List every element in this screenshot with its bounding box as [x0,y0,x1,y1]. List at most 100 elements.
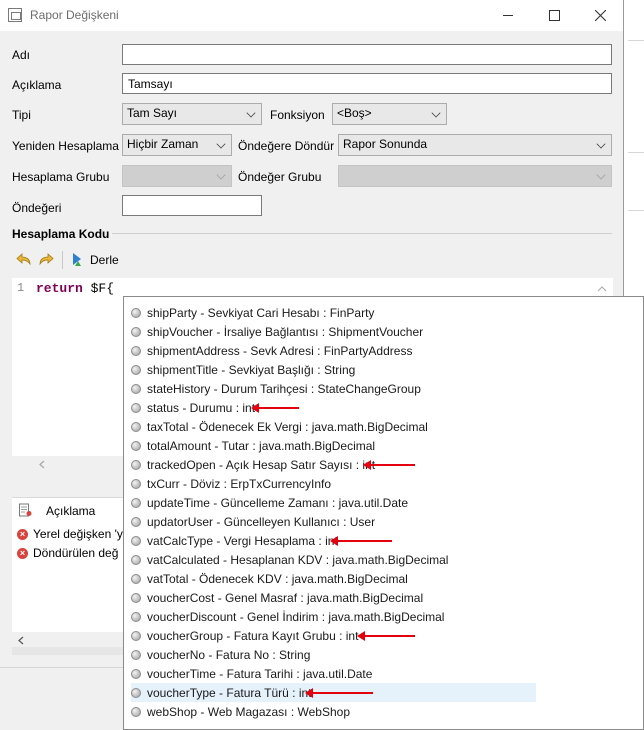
problem-row[interactable]: × Yerel değişken 'y [17,527,123,541]
redo-button[interactable] [38,252,54,268]
recalc-select[interactable]: Hiçbir Zaman [122,134,232,156]
field-icon [131,611,141,622]
close-icon [594,10,606,21]
bottom-divider [0,667,124,668]
problems-panel: Açıklama × Yerel değişken 'y × Döndürüle… [12,497,124,648]
chevron-up-icon [597,286,607,292]
default-group-label: Öndeğer Grubu [238,170,322,184]
field-icon [131,326,141,337]
problem-row[interactable]: × Döndürülen değ [17,546,118,560]
function-select-value: <Boş> [337,106,372,120]
autocomplete-item[interactable]: vatCalculated - Hesaplanan KDV : java.ma… [131,550,536,569]
close-button[interactable] [577,0,623,31]
section-divider [112,233,612,234]
code-text: $F{ [82,281,115,296]
autocomplete-item[interactable]: taxTotal - Ödenecek Ek Vergi : java.math… [131,417,536,436]
autocomplete-item-label: voucherType - Fatura Türü : int [147,685,312,700]
maximize-button[interactable] [531,0,577,31]
autocomplete-item[interactable]: totalAmount - Tutar : java.math.BigDecim… [131,436,536,455]
reset-select[interactable]: Rapor Sonunda [338,134,612,156]
autocomplete-item-label: updatorUser - Güncelleyen Kullanıcı : Us… [147,514,376,529]
problem-row-text: Döndürülen değ [33,546,119,560]
autocomplete-item[interactable]: trackedOpen - Açık Hesap Satır Sayısı : … [131,455,536,474]
autocomplete-item[interactable]: txCurr - Döviz : ErpTxCurrencyInfo [131,474,536,493]
autocomplete-item-label: voucherNo - Fatura No : String [147,647,311,662]
type-select-value: Tam Sayı [127,106,178,120]
field-icon [131,630,141,641]
autocomplete-item[interactable]: vatTotal - Ödenecek KDV : java.math.BigD… [131,569,536,588]
editor-scroll-up-button[interactable] [597,283,607,293]
autocomplete-item-label: stateHistory - Durum Tarihçesi : StateCh… [147,381,421,396]
default-value-label: Öndeğeri [12,201,62,215]
autocomplete-item[interactable]: shipVoucher - İrsaliye Bağlantısı : Ship… [131,322,536,341]
title-bar: Rapor Değişkeni [0,0,623,31]
autocomplete-item-label: vatCalcType - Vergi Hesaplama : int [147,533,338,548]
autocomplete-item[interactable]: voucherGroup - Fatura Kayıt Grubu : int [131,626,536,645]
autocomplete-item[interactable]: shipmentAddress - Sevk Adresi : FinParty… [131,341,536,360]
autocomplete-item-label: trackedOpen - Açık Hesap Satır Sayısı : … [147,457,376,472]
field-icon [131,307,141,318]
description-input[interactable] [122,73,612,94]
field-icon [131,687,141,698]
redo-icon [39,253,54,266]
recalc-label: Yeniden Hesaplama [12,139,119,153]
autocomplete-item-label: voucherGroup - Fatura Kayıt Grubu : int [147,628,359,643]
background-window [624,0,644,296]
compile-button[interactable]: Derle [70,251,119,269]
recalc-select-value: Hiçbir Zaman [127,137,199,151]
error-icon: × [17,528,28,540]
autocomplete-item-label: voucherTime - Fatura Tarihi : java.util.… [147,666,373,681]
field-icon [131,573,141,584]
field-icon [131,402,141,413]
problem-row-text: Yerel değişken 'y [33,527,123,541]
function-select[interactable]: <Boş> [332,103,447,125]
problems-horizontal-scrollbar[interactable] [12,632,124,648]
line-gutter: 1 [12,278,30,456]
autocomplete-item[interactable]: updatorUser - Güncelleyen Kullanıcı : Us… [131,512,536,531]
undo-icon [16,253,31,266]
default-value-input[interactable] [122,195,262,216]
description-label: Açıklama [12,78,62,92]
description-column-header: Açıklama [46,504,96,518]
minimize-button[interactable] [485,0,531,31]
document-icon [19,503,32,517]
undo-button[interactable] [16,252,32,268]
autocomplete-item[interactable]: shipmentTitle - Sevkiyat Başlığı : Strin… [131,360,536,379]
autocomplete-item[interactable]: status - Durumu : int [131,398,536,417]
autocomplete-item-label: vatCalculated - Hesaplanan KDV : java.ma… [147,552,449,567]
autocomplete-item[interactable]: webShop - Web Magazası : WebShop [131,702,536,721]
field-icon [131,383,141,394]
name-input[interactable] [122,44,612,65]
chevron-down-icon [216,170,226,180]
autocomplete-item-label: webShop - Web Magazası : WebShop [147,704,351,719]
minimize-icon [503,15,513,16]
type-select[interactable]: Tam Sayı [122,103,262,125]
autocomplete-item[interactable]: stateHistory - Durum Tarihçesi : StateCh… [131,379,536,398]
chevron-down-icon [596,139,606,149]
autocomplete-item-label: vatTotal - Ödenecek KDV : java.math.BigD… [147,571,408,586]
calc-group-select[interactable] [122,165,232,187]
default-group-select[interactable] [338,165,612,187]
name-label: Adı [12,48,31,62]
window-icon [8,8,22,22]
annotation-arrow [357,631,415,641]
compile-label: Derle [90,253,119,267]
toolbar-separator [62,251,63,269]
autocomplete-item[interactable]: voucherTime - Fatura Tarihi : java.util.… [131,664,536,683]
autocomplete-item[interactable]: voucherNo - Fatura No : String [131,645,536,664]
autocomplete-item[interactable]: voucherCost - Genel Masraf : java.math.B… [131,588,536,607]
reset-label: Öndeğere Döndür [238,139,335,153]
field-icon [131,440,141,451]
chevron-down-icon [246,108,256,118]
autocomplete-item-label: totalAmount - Tutar : java.math.BigDecim… [147,438,376,453]
window-title: Rapor Değişkeni [30,8,119,22]
code-line[interactable]: return $F{ [36,281,114,296]
autocomplete-item[interactable]: voucherDiscount - Genel İndirim : java.m… [131,607,536,626]
autocomplete-item[interactable]: shipParty - Sevkiyat Cari Hesabı : FinPa… [131,303,536,322]
field-icon [131,516,141,527]
autocomplete-item[interactable]: updateTime - Güncelleme Zamanı : java.ut… [131,493,536,512]
field-icon [131,497,141,508]
autocomplete-item-label: shipVoucher - İrsaliye Bağlantısı : Ship… [147,324,424,339]
field-icon [131,649,141,660]
field-icon [131,459,141,470]
